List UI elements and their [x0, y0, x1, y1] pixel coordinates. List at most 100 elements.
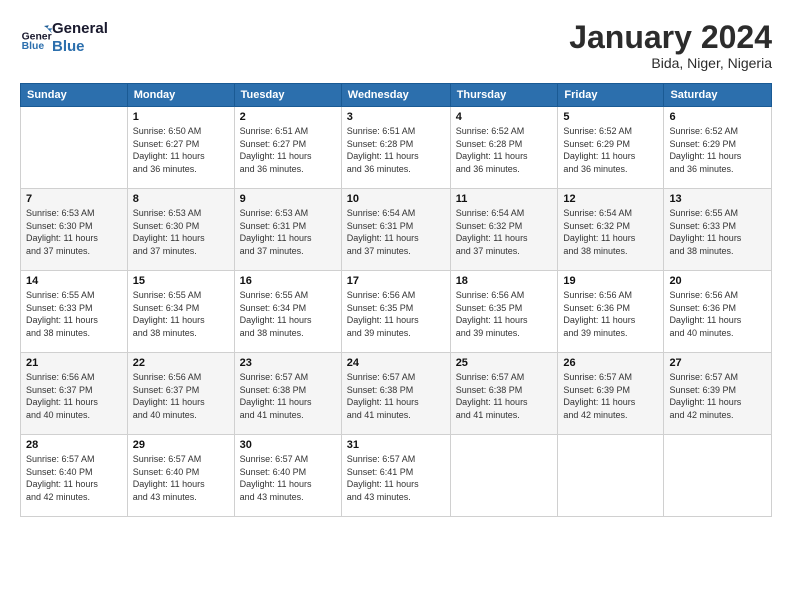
day-number: 12: [563, 193, 658, 205]
calendar-cell: 9 Sunrise: 6:53 AMSunset: 6:31 PMDaylight…: [234, 189, 341, 271]
day-number: 31: [347, 439, 445, 451]
day-info: Sunrise: 6:55 AMSunset: 6:33 PMDaylight:…: [669, 207, 766, 257]
page: General Blue General Blue January 2024 B…: [0, 0, 792, 612]
title-block: January 2024 Bida, Niger, Nigeria: [569, 20, 772, 71]
day-info: Sunrise: 6:54 AMSunset: 6:32 PMDaylight:…: [456, 207, 553, 257]
day-number: 17: [347, 275, 445, 287]
day-number: 27: [669, 357, 766, 369]
day-number: 4: [456, 111, 553, 123]
day-info: Sunrise: 6:54 AMSunset: 6:31 PMDaylight:…: [347, 207, 445, 257]
header: General Blue General Blue January 2024 B…: [20, 20, 772, 71]
calendar-cell: 22 Sunrise: 6:56 AMSunset: 6:37 PMDayligh…: [127, 353, 234, 435]
calendar-cell: 5Sunrise: 6:52 AMSunset: 6:29 PMDaylight…: [558, 107, 664, 189]
day-info: Sunrise: 6:52 AMSunset: 6:28 PMDaylight:…: [456, 125, 553, 175]
logo-line1: General: [52, 20, 108, 38]
day-number: 18: [456, 275, 553, 287]
day-number: 13: [669, 193, 766, 205]
week-row-2: 14 Sunrise: 6:55 AMSunset: 6:33 PMDayligh…: [21, 271, 772, 353]
day-number: 10: [347, 193, 445, 205]
svg-text:Blue: Blue: [22, 41, 45, 52]
calendar-cell: 15 Sunrise: 6:55 AMSunset: 6:34 PMDayligh…: [127, 271, 234, 353]
calendar-cell: 17 Sunrise: 6:56 AMSunset: 6:35 PMDayligh…: [341, 271, 450, 353]
day-number: 29: [133, 439, 229, 451]
calendar-cell: 11 Sunrise: 6:54 AMSunset: 6:32 PMDayligh…: [450, 189, 558, 271]
day-number: 22: [133, 357, 229, 369]
logo-icon: General Blue: [20, 22, 52, 54]
day-info: Sunrise: 6:55 AMSunset: 6:34 PMDaylight:…: [133, 289, 229, 339]
calendar-cell: 25Sunrise: 6:57 AMSunset: 6:38 PMDayligh…: [450, 353, 558, 435]
calendar-cell: 20 Sunrise: 6:56 AMSunset: 6:36 PMDayligh…: [664, 271, 772, 353]
calendar-cell: 23 Sunrise: 6:57 AMSunset: 6:38 PMDayligh…: [234, 353, 341, 435]
location: Bida, Niger, Nigeria: [569, 55, 772, 71]
month-title: January 2024: [569, 20, 772, 55]
day-number: 15: [133, 275, 229, 287]
day-info: Sunrise: 6:57 AMSunset: 6:40 PMDaylight:…: [26, 453, 122, 503]
day-info: Sunrise: 6:56 AMSunset: 6:37 PMDaylight:…: [133, 371, 229, 421]
day-info: Sunrise: 6:56 AMSunset: 6:35 PMDaylight:…: [456, 289, 553, 339]
day-number: 25: [456, 357, 553, 369]
day-number: 8: [133, 193, 229, 205]
week-row-3: 21 Sunrise: 6:56 AMSunset: 6:37 PMDayligh…: [21, 353, 772, 435]
day-number: 3: [347, 111, 445, 123]
calendar-cell: 21 Sunrise: 6:56 AMSunset: 6:37 PMDayligh…: [21, 353, 128, 435]
day-number: 26: [563, 357, 658, 369]
day-number: 20: [669, 275, 766, 287]
day-header-wednesday: Wednesday: [341, 84, 450, 107]
day-info: Sunrise: 6:55 AMSunset: 6:34 PMDaylight:…: [240, 289, 336, 339]
week-row-0: 1Sunrise: 6:50 AMSunset: 6:27 PMDaylight…: [21, 107, 772, 189]
day-number: 9: [240, 193, 336, 205]
calendar-cell: 28 Sunrise: 6:57 AMSunset: 6:40 PMDayligh…: [21, 435, 128, 517]
day-header-sunday: Sunday: [21, 84, 128, 107]
calendar-cell: 24Sunrise: 6:57 AMSunset: 6:38 PMDayligh…: [341, 353, 450, 435]
calendar-cell: 29 Sunrise: 6:57 AMSunset: 6:40 PMDayligh…: [127, 435, 234, 517]
calendar-cell: [450, 435, 558, 517]
calendar-table: SundayMondayTuesdayWednesdayThursdayFrid…: [20, 83, 772, 517]
day-info: Sunrise: 6:51 AMSunset: 6:27 PMDaylight:…: [240, 125, 336, 175]
day-number: 11: [456, 193, 553, 205]
day-number: 23: [240, 357, 336, 369]
day-info: Sunrise: 6:56 AMSunset: 6:35 PMDaylight:…: [347, 289, 445, 339]
calendar-header-row: SundayMondayTuesdayWednesdayThursdayFrid…: [21, 84, 772, 107]
calendar-cell: 8 Sunrise: 6:53 AMSunset: 6:30 PMDaylight…: [127, 189, 234, 271]
day-number: 21: [26, 357, 122, 369]
calendar-cell: [664, 435, 772, 517]
calendar-cell: [558, 435, 664, 517]
day-info: Sunrise: 6:53 AMSunset: 6:30 PMDaylight:…: [26, 207, 122, 257]
day-info: Sunrise: 6:57 AMSunset: 6:39 PMDaylight:…: [563, 371, 658, 421]
calendar-cell: [21, 107, 128, 189]
day-info: Sunrise: 6:55 AMSunset: 6:33 PMDaylight:…: [26, 289, 122, 339]
day-info: Sunrise: 6:56 AMSunset: 6:36 PMDaylight:…: [669, 289, 766, 339]
day-info: Sunrise: 6:57 AMSunset: 6:39 PMDaylight:…: [669, 371, 766, 421]
day-info: Sunrise: 6:53 AMSunset: 6:30 PMDaylight:…: [133, 207, 229, 257]
day-info: Sunrise: 6:56 AMSunset: 6:37 PMDaylight:…: [26, 371, 122, 421]
day-info: Sunrise: 6:57 AMSunset: 6:40 PMDaylight:…: [240, 453, 336, 503]
calendar-cell: 26 Sunrise: 6:57 AMSunset: 6:39 PMDayligh…: [558, 353, 664, 435]
day-number: 1: [133, 111, 229, 123]
day-header-monday: Monday: [127, 84, 234, 107]
calendar-cell: 3 Sunrise: 6:51 AMSunset: 6:28 PMDaylight…: [341, 107, 450, 189]
day-info: Sunrise: 6:57 AMSunset: 6:40 PMDaylight:…: [133, 453, 229, 503]
day-number: 16: [240, 275, 336, 287]
day-header-saturday: Saturday: [664, 84, 772, 107]
calendar-cell: 18 Sunrise: 6:56 AMSunset: 6:35 PMDayligh…: [450, 271, 558, 353]
day-info: Sunrise: 6:57 AMSunset: 6:38 PMDaylight:…: [347, 371, 445, 421]
day-info: Sunrise: 6:57 AMSunset: 6:41 PMDaylight:…: [347, 453, 445, 503]
day-info: Sunrise: 6:56 AMSunset: 6:36 PMDaylight:…: [563, 289, 658, 339]
day-info: Sunrise: 6:51 AMSunset: 6:28 PMDaylight:…: [347, 125, 445, 175]
day-info: Sunrise: 6:53 AMSunset: 6:31 PMDaylight:…: [240, 207, 336, 257]
calendar-cell: 12Sunrise: 6:54 AMSunset: 6:32 PMDayligh…: [558, 189, 664, 271]
day-header-thursday: Thursday: [450, 84, 558, 107]
week-row-4: 28 Sunrise: 6:57 AMSunset: 6:40 PMDayligh…: [21, 435, 772, 517]
calendar-cell: 31 Sunrise: 6:57 AMSunset: 6:41 PMDayligh…: [341, 435, 450, 517]
day-number: 6: [669, 111, 766, 123]
day-info: Sunrise: 6:57 AMSunset: 6:38 PMDaylight:…: [240, 371, 336, 421]
day-number: 14: [26, 275, 122, 287]
calendar-cell: 30Sunrise: 6:57 AMSunset: 6:40 PMDayligh…: [234, 435, 341, 517]
calendar-cell: 19Sunrise: 6:56 AMSunset: 6:36 PMDayligh…: [558, 271, 664, 353]
logo: General Blue General Blue: [20, 20, 108, 56]
day-number: 28: [26, 439, 122, 451]
calendar-cell: 13 Sunrise: 6:55 AMSunset: 6:33 PMDayligh…: [664, 189, 772, 271]
logo-line2: Blue: [52, 38, 108, 56]
calendar-cell: 6Sunrise: 6:52 AMSunset: 6:29 PMDaylight…: [664, 107, 772, 189]
calendar-cell: 7Sunrise: 6:53 AMSunset: 6:30 PMDaylight…: [21, 189, 128, 271]
